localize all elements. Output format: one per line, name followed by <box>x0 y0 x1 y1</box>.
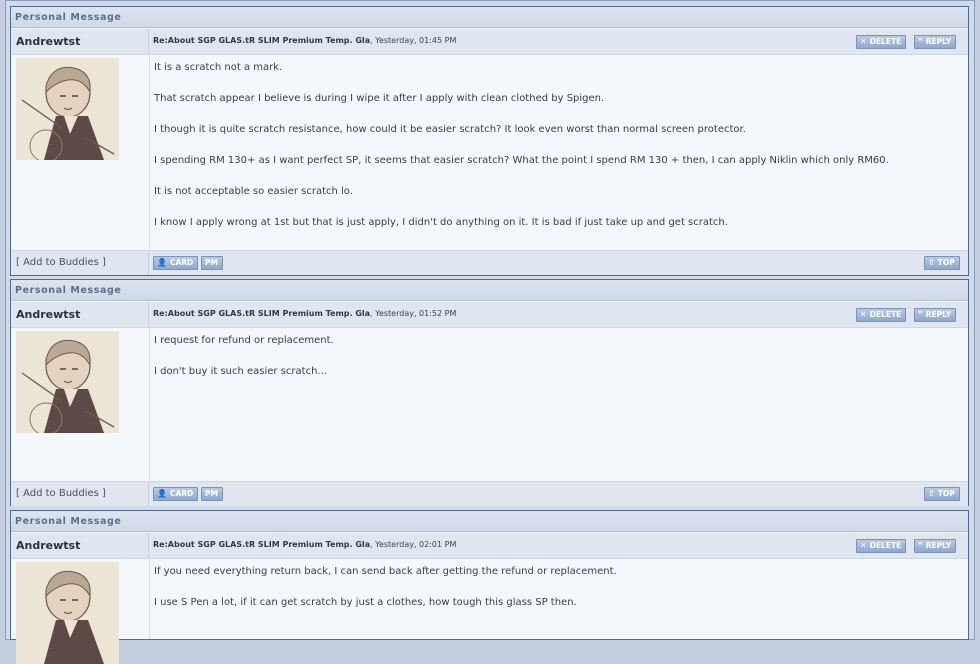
post-body: I request for refund or replacement. I d… <box>11 328 968 480</box>
message-paragraph: It is a scratch not a mark. <box>154 62 283 73</box>
pm-button[interactable]: PM <box>201 256 223 270</box>
post-subject-line: Re:About SGP GLAS.tR SLIM Premium Temp. … <box>153 36 456 45</box>
user-icon: 👤 <box>157 258 167 267</box>
top-button[interactable]: ⇧ TOP <box>924 256 960 270</box>
pm-label: PM <box>205 258 218 267</box>
card-label: CARD <box>169 489 194 498</box>
delete-label: DELETE <box>869 310 902 319</box>
post-time: , Yesterday, 01:45 PM <box>370 36 457 45</box>
card-button[interactable]: 👤 CARD <box>153 487 199 501</box>
user-icon: 👤 <box>157 489 167 498</box>
message-column: I request for refund or replacement. I d… <box>149 328 968 480</box>
delete-icon: ✕ <box>860 310 867 319</box>
post-author[interactable]: Andrewtst <box>16 308 80 321</box>
card-button[interactable]: 👤 CARD <box>153 256 199 270</box>
message-paragraph: I don't buy it such easier scratch... <box>154 366 327 377</box>
post-subject: Re:About SGP GLAS.tR SLIM Premium Temp. … <box>153 36 371 45</box>
post-body: It is a scratch not a mark. That scratch… <box>11 55 968 249</box>
section-title: Personal Message <box>11 511 968 532</box>
post-header: Andrewtst Re:About SGP GLAS.tR SLIM Prem… <box>11 29 968 55</box>
author-column <box>11 559 148 664</box>
message-paragraph: I use S Pen a lot, if it can get scratch… <box>154 597 577 608</box>
top-button[interactable]: ⇧ TOP <box>924 487 960 501</box>
post-header: Andrewtst Re:About SGP GLAS.tR SLIM Prem… <box>11 302 968 328</box>
reply-label: REPLY <box>925 541 952 550</box>
post-footer: [ Add to Buddies ] 👤 CARD PM ⇧ TOP <box>11 250 968 275</box>
arrow-up-icon: ⇧ <box>928 258 935 267</box>
card-label: CARD <box>169 258 194 267</box>
post-subject: Re:About SGP GLAS.tR SLIM Premium Temp. … <box>153 309 371 318</box>
post-footer: [ Add to Buddies ] 👤 CARD PM ⇧ TOP <box>11 481 968 506</box>
divider <box>148 533 149 558</box>
top-label: TOP <box>937 489 955 498</box>
post-author[interactable]: Andrewtst <box>16 35 80 48</box>
post-body: If you need everything return back, I ca… <box>11 559 968 664</box>
message-column: If you need everything return back, I ca… <box>149 559 968 639</box>
delete-icon: ✕ <box>860 541 867 550</box>
arrow-up-icon: ⇧ <box>928 489 935 498</box>
quote-icon: ❞ <box>918 310 923 319</box>
delete-label: DELETE <box>869 541 902 550</box>
message-paragraph: It is not acceptable so easier scratch l… <box>154 186 353 197</box>
delete-button[interactable]: ✕ DELETE <box>856 308 907 322</box>
message-paragraph: I spending RM 130+ as I want perfect SP,… <box>154 155 889 166</box>
message-text: If you need everything return back, I ca… <box>154 564 949 626</box>
top-label: TOP <box>937 258 955 267</box>
post-header: Andrewtst Re:About SGP GLAS.tR SLIM Prem… <box>11 533 968 559</box>
reply-label: REPLY <box>925 37 952 46</box>
message-paragraph: That scratch appear I believe is during … <box>154 93 605 104</box>
quote-icon: ❞ <box>918 541 923 550</box>
avatar[interactable] <box>16 58 119 160</box>
add-to-buddies-link[interactable]: [ Add to Buddies ] <box>16 488 106 499</box>
author-column <box>11 328 148 480</box>
post-subject: Re:About SGP GLAS.tR SLIM Premium Temp. … <box>153 540 371 549</box>
delete-label: DELETE <box>869 37 902 46</box>
message-paragraph: I know I apply wrong at 1st but that is … <box>154 217 728 228</box>
personal-message-post: Personal Message Andrewtst Re:About SGP … <box>10 6 969 276</box>
section-title: Personal Message <box>11 7 968 28</box>
divider <box>148 302 149 327</box>
divider <box>148 482 149 506</box>
delete-icon: ✕ <box>860 37 867 46</box>
personal-message-post: Personal Message Andrewtst Re:About SGP … <box>10 279 969 506</box>
delete-button[interactable]: ✕ DELETE <box>856 35 907 49</box>
quote-icon: ❞ <box>918 37 923 46</box>
post-subject-line: Re:About SGP GLAS.tR SLIM Premium Temp. … <box>153 540 456 549</box>
reply-button[interactable]: ❞ REPLY <box>914 35 957 49</box>
pm-button[interactable]: PM <box>201 487 223 501</box>
reply-button[interactable]: ❞ REPLY <box>914 308 957 322</box>
message-column: It is a scratch not a mark. That scratch… <box>149 55 968 249</box>
reply-button[interactable]: ❞ REPLY <box>914 539 957 553</box>
avatar[interactable] <box>16 562 119 664</box>
post-time: , Yesterday, 02:01 PM <box>370 540 457 549</box>
delete-button[interactable]: ✕ DELETE <box>856 539 907 553</box>
pm-label: PM <box>205 489 218 498</box>
divider <box>148 251 149 275</box>
personal-message-post: Personal Message Andrewtst Re:About SGP … <box>10 510 969 664</box>
message-paragraph: If you need everything return back, I ca… <box>154 566 617 577</box>
add-to-buddies-link[interactable]: [ Add to Buddies ] <box>16 257 106 268</box>
author-column <box>11 55 148 249</box>
message-paragraph: I though it is quite scratch resistance,… <box>154 124 746 135</box>
reply-label: REPLY <box>925 310 952 319</box>
post-time: , Yesterday, 01:52 PM <box>370 309 457 318</box>
message-text: It is a scratch not a mark. That scratch… <box>154 60 949 246</box>
avatar[interactable] <box>16 331 119 433</box>
post-subject-line: Re:About SGP GLAS.tR SLIM Premium Temp. … <box>153 309 456 318</box>
post-author[interactable]: Andrewtst <box>16 539 80 552</box>
section-title: Personal Message <box>11 280 968 301</box>
message-paragraph: I request for refund or replacement. <box>154 335 334 346</box>
divider <box>148 29 149 54</box>
message-text: I request for refund or replacement. I d… <box>154 333 949 395</box>
